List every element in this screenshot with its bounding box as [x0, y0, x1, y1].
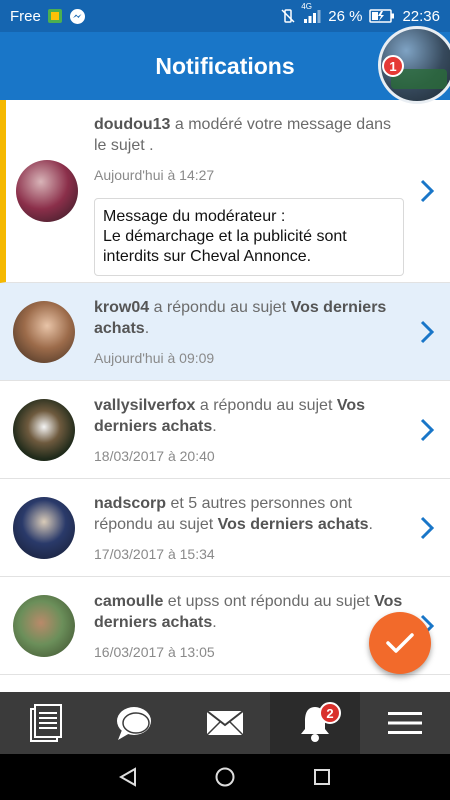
notification-text: doudou13 a modéré votre message dans le …	[94, 116, 391, 154]
chevron-right-icon[interactable]	[404, 381, 450, 478]
carrier-label: Free	[10, 7, 41, 25]
home-icon[interactable]	[214, 766, 236, 788]
bottom-navigation: 2	[0, 692, 450, 754]
notification-item[interactable]: vallysilverfox a répondu au sujet Vos de…	[0, 381, 450, 479]
system-navigation	[0, 754, 450, 800]
mark-all-read-button[interactable]	[369, 612, 431, 674]
vibrate-off-icon	[280, 8, 296, 24]
nav-chat-button[interactable]	[90, 692, 180, 754]
messenger-icon	[69, 8, 86, 25]
notification-time: 17/03/2017 à 15:34	[94, 546, 215, 562]
notification-item[interactable]: doudou13 a modéré votre message dans le …	[0, 100, 450, 283]
notification-item[interactable]: krow04 a répondu au sujet Vos derniers a…	[0, 283, 450, 381]
document-icon	[30, 704, 62, 742]
mail-icon	[206, 710, 244, 736]
signal-icon: 4G	[301, 2, 321, 24]
notification-text: camoulle et upss ont répondu au sujet Vo…	[94, 593, 403, 631]
menu-icon	[388, 712, 422, 734]
status-bar: Free 4G 26 % 22:36	[0, 0, 450, 32]
avatar	[16, 160, 78, 222]
avatar	[13, 398, 75, 461]
notification-user: vallysilverfox	[94, 397, 196, 414]
notification-text: vallysilverfox a répondu au sujet Vos de…	[94, 397, 365, 435]
notification-subject[interactable]: Vos derniers achats	[218, 516, 369, 533]
notification-time: 16/03/2017 à 13:05	[94, 644, 215, 660]
chevron-right-icon[interactable]	[404, 100, 450, 282]
chevron-right-icon[interactable]	[404, 283, 450, 380]
clock: 22:36	[402, 7, 440, 25]
page-title: Notifications	[155, 52, 295, 79]
notification-count-badge: 2	[319, 702, 341, 724]
notification-time: 18/03/2017 à 20:40	[94, 448, 215, 464]
notification-text: nadscorp et 5 autres personnes ont répon…	[94, 495, 373, 533]
battery-percent: 26 %	[328, 7, 363, 25]
nav-menu-button[interactable]	[360, 692, 450, 754]
network-type-label: 4G	[301, 2, 312, 11]
notification-user: camoulle	[94, 593, 164, 610]
notification-time: Aujourd'hui à 09:09	[94, 350, 215, 366]
profile-notification-badge: 1	[382, 55, 404, 77]
app-store-icon	[47, 8, 63, 24]
notification-text: krow04 a répondu au sujet Vos derniers a…	[94, 299, 387, 337]
nav-forum-button[interactable]	[0, 692, 90, 754]
battery-icon	[369, 9, 395, 23]
recent-apps-icon[interactable]	[311, 766, 333, 788]
avatar	[13, 496, 75, 559]
notification-user: doudou13	[94, 116, 171, 133]
back-icon[interactable]	[117, 766, 139, 788]
avatar	[13, 300, 75, 363]
checkmark-icon	[386, 633, 414, 653]
notification-item[interactable]: nadscorp et 5 autres personnes ont répon…	[0, 479, 450, 577]
notification-user: krow04	[94, 299, 150, 316]
moderator-message: Message du modérateur : Le démarchage et…	[94, 198, 404, 276]
notification-user: nadscorp	[94, 495, 167, 512]
nav-messages-button[interactable]	[180, 692, 270, 754]
chat-bubble-icon	[117, 707, 151, 740]
chevron-right-icon[interactable]	[404, 479, 450, 576]
avatar	[13, 594, 75, 657]
notification-time: Aujourd'hui à 14:27	[94, 167, 215, 183]
nav-notifications-button[interactable]: 2	[270, 692, 360, 754]
notification-list: doudou13 a modéré votre message dans le …	[0, 100, 450, 692]
